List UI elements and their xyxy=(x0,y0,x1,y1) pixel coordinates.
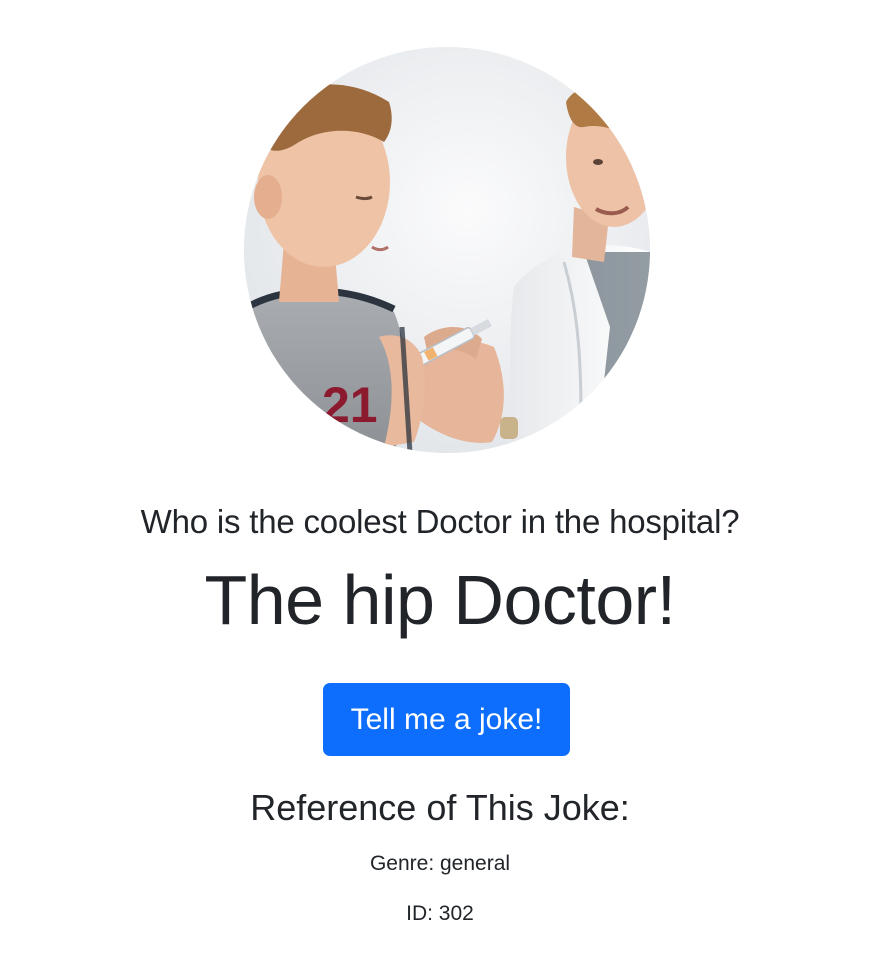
joke-id: ID: 302 xyxy=(406,902,474,925)
joke-genre: Genre: general xyxy=(369,852,511,875)
joke-page: 21 Who is the coolest Doctor in the hosp… xyxy=(0,0,880,974)
tell-joke-button[interactable]: Tell me a joke! xyxy=(323,683,570,756)
joke-setup: Who is the coolest Doctor in the hospita… xyxy=(140,503,740,540)
reference-title: Reference of This Joke: xyxy=(250,787,630,828)
joke-photo: 21 xyxy=(244,47,650,453)
joke-punchline: The hip Doctor! xyxy=(204,561,676,639)
doctor-vaccination-illustration: 21 xyxy=(244,47,650,453)
svg-text:21: 21 xyxy=(322,377,378,433)
